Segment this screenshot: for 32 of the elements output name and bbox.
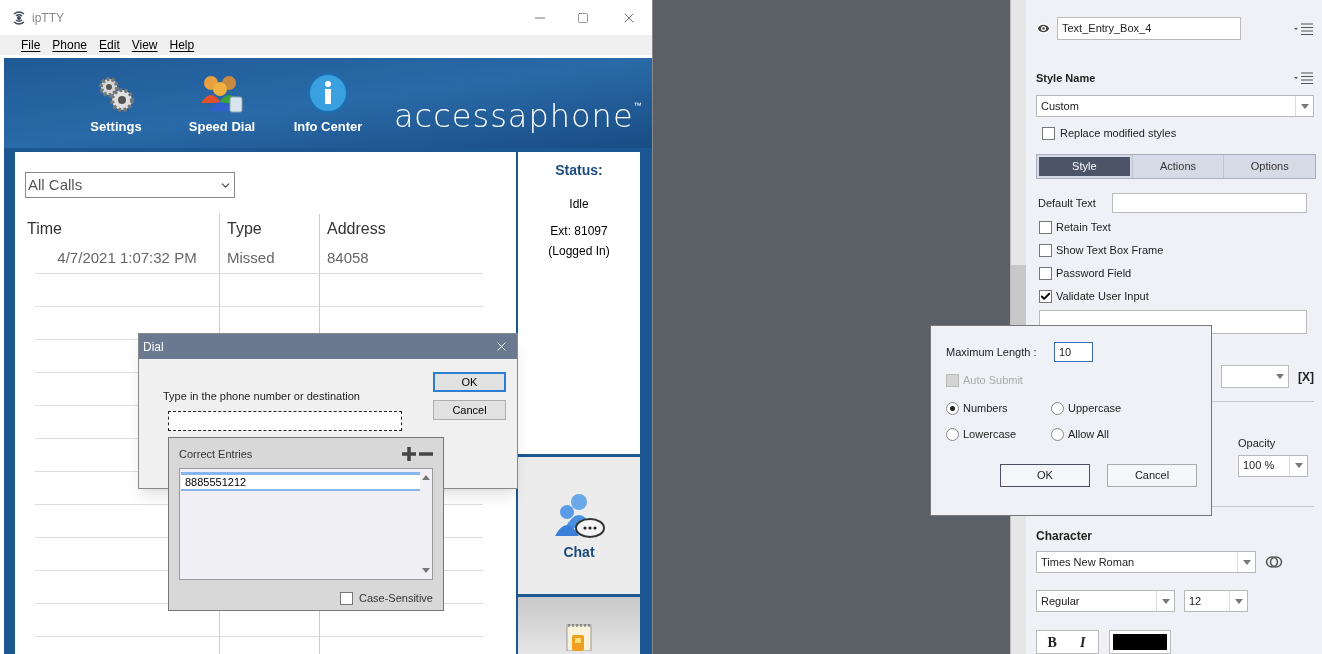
checkbox-label: Show Text Box Frame <box>1056 242 1164 258</box>
radio-label: Uppercase <box>1068 400 1122 416</box>
checkbox-label: Validate User Input <box>1056 288 1149 304</box>
checkbox-label: Auto Submit <box>963 372 1023 388</box>
login-status-text: (Logged In) <box>548 243 610 260</box>
panel-title: Correct Entries <box>179 446 254 462</box>
radio-label: Allow All <box>1068 426 1109 442</box>
radio-label: Numbers <box>963 400 1008 416</box>
prompt-text: Type in the phone number or destination <box>163 389 361 404</box>
field-label: Maximum Length : <box>946 344 1038 360</box>
checkbox-label: Password Field <box>1056 265 1132 281</box>
brand-logo: accessaphone <box>394 100 634 132</box>
checkbox-label: Retain Text <box>1056 219 1111 235</box>
checkbox-label: Case-Sensitive <box>359 590 433 606</box>
column-header: Time <box>26 219 63 239</box>
radio-label: Lowercase <box>963 426 1017 442</box>
trademark-mark: ™ <box>633 100 642 112</box>
section-heading: Character <box>1036 528 1094 545</box>
window-title: ipTTY <box>32 9 64 27</box>
table-cell: 84058 <box>319 244 483 273</box>
status-heading: Status: <box>555 161 603 180</box>
status-text: Idle <box>569 196 589 213</box>
dialog-title: Dial <box>143 338 165 356</box>
table-cell-text: 4/7/2021 1:07:32 PM <box>56 248 198 269</box>
column-header: Type <box>219 214 319 244</box>
extension-text: Ext: 81097 <box>550 223 608 240</box>
field-label: Opacity <box>1238 436 1277 451</box>
field-label: Default Text <box>1038 195 1097 211</box>
checkbox-label: Replace modified styles <box>1060 125 1177 141</box>
table-cell: Missed <box>219 244 319 273</box>
section-heading: Style Name <box>1036 70 1097 86</box>
column-header: Address <box>319 214 483 244</box>
